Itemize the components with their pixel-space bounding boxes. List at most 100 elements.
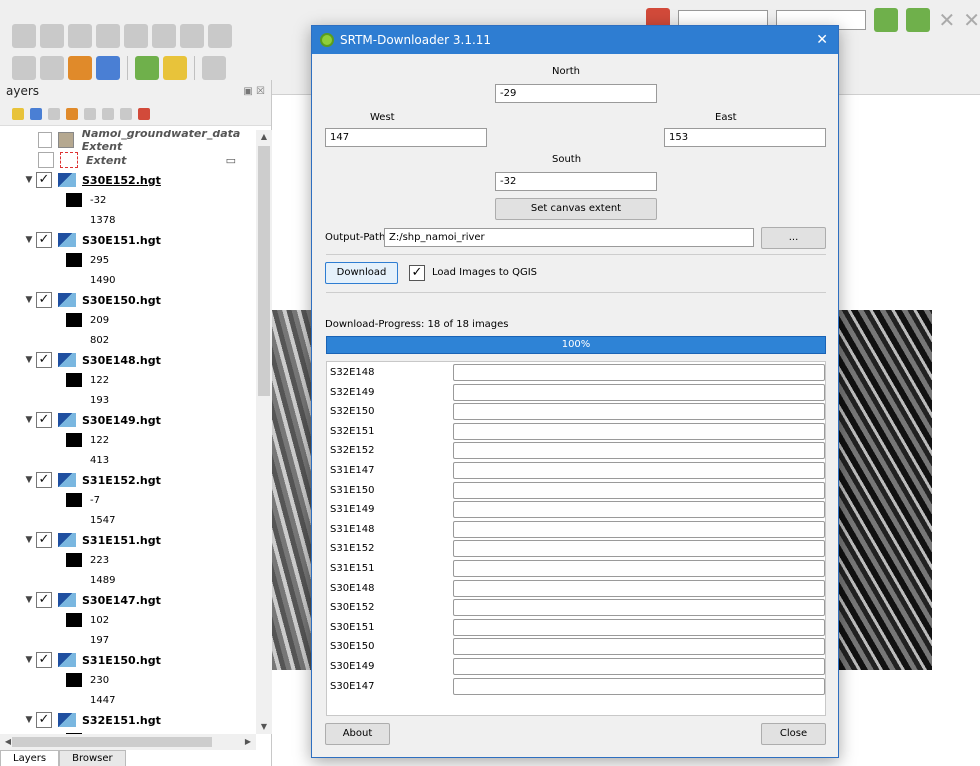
layers-horizontal-scrollbar[interactable]: ◀ ▶ — [0, 734, 256, 750]
raster-layer-icon — [58, 653, 76, 667]
vertex-tool-icon[interactable] — [874, 8, 899, 32]
tile-name: S32E150 — [330, 406, 375, 418]
expand-chevron-icon[interactable]: ▼ — [22, 655, 36, 665]
expand-chevron-icon[interactable]: ▼ — [22, 475, 36, 485]
statistics-icon[interactable] — [96, 56, 120, 80]
expand-chevron-icon[interactable]: ▼ — [22, 595, 36, 605]
expand-chevron-icon[interactable]: ▼ — [22, 175, 36, 185]
expand-all-icon[interactable] — [102, 107, 114, 120]
north-input[interactable]: -29 — [495, 84, 657, 103]
about-button[interactable]: About — [325, 723, 390, 745]
collapse-all-icon[interactable] — [120, 107, 132, 120]
layer-visibility-checkbox[interactable]: ✓ — [36, 232, 52, 248]
scroll-right-icon[interactable]: ▶ — [240, 735, 256, 749]
legend-swatch-black — [66, 313, 82, 327]
layers-vertical-scrollbar[interactable]: ▲ ▼ — [256, 130, 272, 734]
expand-chevron-icon[interactable]: ▼ — [22, 355, 36, 365]
reshape-icon[interactable] — [180, 24, 204, 48]
legend-swatch-white — [66, 453, 82, 467]
layer-item-extent-1[interactable]: Namoi_groundwater_data Extent — [0, 130, 256, 153]
layer-item-raster[interactable]: ▼ ✓ S30E150.hgt — [0, 290, 256, 310]
tile-name: S30E151 — [330, 621, 375, 633]
tile-row: S32E152 — [327, 441, 827, 460]
east-input[interactable]: 153 — [664, 128, 826, 147]
close-button[interactable]: Close — [761, 723, 826, 745]
filter-icon[interactable] — [66, 107, 78, 120]
load-images-checkbox[interactable]: ✓ — [409, 265, 425, 281]
edit-icon[interactable] — [152, 24, 176, 48]
tile-row: S30E149 — [327, 657, 827, 676]
layer-visibility-checkbox[interactable]: ✓ — [36, 592, 52, 608]
remove-layer-icon[interactable] — [138, 107, 150, 120]
legend-swatch-black — [66, 673, 82, 687]
raster-layer-icon — [58, 713, 76, 727]
tab-layers[interactable]: Layers — [0, 750, 60, 766]
layer-visibility-checkbox[interactable]: ✓ — [36, 712, 52, 728]
layer-item-raster[interactable]: ▼ ✓ S31E150.hgt — [0, 650, 256, 670]
layer-visibility-checkbox[interactable] — [38, 132, 53, 148]
layer-item-raster[interactable]: ▼ ✓ S32E151.hgt — [0, 710, 256, 730]
layer-item-raster[interactable]: ▼ ✓ S30E152.hgt — [0, 170, 256, 190]
cancel-2-icon[interactable]: ✕ — [963, 8, 980, 32]
move-feature-icon[interactable] — [124, 24, 148, 48]
visibility-icon[interactable] — [48, 107, 60, 120]
layer-visibility-checkbox[interactable]: ✓ — [36, 412, 52, 428]
digitize-icon[interactable] — [68, 24, 92, 48]
expand-chevron-icon[interactable]: ▼ — [22, 295, 36, 305]
layer-label: S32E151.hgt — [82, 713, 161, 727]
expand-chevron-icon[interactable]: ▼ — [22, 235, 36, 245]
layer-item-raster[interactable]: ▼ ✓ S31E151.hgt — [0, 530, 256, 550]
close-icon[interactable]: ✕ — [816, 32, 828, 48]
layer-visibility-checkbox[interactable]: ✓ — [36, 352, 52, 368]
south-input[interactable]: -32 — [495, 172, 657, 191]
scroll-down-icon[interactable]: ▼ — [256, 720, 272, 734]
layer-item-raster[interactable]: ▼ ✓ S31E152.hgt — [0, 470, 256, 490]
layer-item-raster[interactable]: ▼ ✓ S30E147.hgt — [0, 590, 256, 610]
layer-item-raster[interactable]: ▼ ✓ S30E151.hgt — [0, 230, 256, 250]
processing-icon[interactable] — [163, 56, 187, 80]
split-icon[interactable] — [208, 24, 232, 48]
expand-chevron-icon[interactable]: ▼ — [22, 415, 36, 425]
output-path-input[interactable]: Z:/shp_namoi_river — [384, 228, 754, 247]
add-feature-icon[interactable] — [96, 24, 120, 48]
legend-max-value: 197 — [90, 634, 110, 646]
add-group-icon[interactable] — [30, 107, 42, 120]
select-icon[interactable] — [12, 24, 36, 48]
layer-visibility-checkbox[interactable]: ✓ — [36, 472, 52, 488]
hscroll-thumb[interactable] — [12, 737, 212, 747]
layer-visibility-checkbox[interactable]: ✓ — [36, 292, 52, 308]
layer-indicator-icon[interactable]: ▭ — [226, 154, 236, 167]
browse-button[interactable]: ... — [761, 227, 826, 249]
panel-float-close-icon[interactable]: ▣ ☒ — [243, 86, 265, 97]
profile-icon[interactable] — [202, 56, 226, 80]
layer-item-raster[interactable]: ▼ ✓ S30E148.hgt — [0, 350, 256, 370]
expression-icon[interactable] — [84, 107, 96, 120]
cancel-icon[interactable]: ✕ — [938, 8, 955, 32]
layer-visibility-checkbox[interactable] — [38, 152, 54, 168]
layer-visibility-checkbox[interactable]: ✓ — [36, 652, 52, 668]
west-input[interactable]: 147 — [325, 128, 487, 147]
node-icon[interactable] — [40, 24, 64, 48]
layers-panel: ayers ▣ ☒ Namoi_groundwater_data Extent … — [0, 80, 272, 766]
layer-visibility-checkbox[interactable]: ✓ — [36, 532, 52, 548]
layer-visibility-checkbox[interactable]: ✓ — [36, 172, 52, 188]
set-canvas-extent-button[interactable]: Set canvas extent — [495, 198, 657, 220]
python-console-icon[interactable] — [135, 56, 159, 80]
expand-chevron-icon[interactable]: ▼ — [22, 715, 36, 725]
tab-browser[interactable]: Browser — [59, 750, 126, 766]
tile-progress-bar — [453, 599, 825, 617]
field-calculator-icon[interactable] — [68, 56, 92, 80]
attribute-table-icon[interactable] — [40, 56, 64, 80]
scroll-up-icon[interactable]: ▲ — [256, 130, 272, 144]
scroll-thumb[interactable] — [258, 146, 270, 396]
layer-item-extent-2[interactable]: Extent ▭ — [0, 150, 256, 170]
legend-swatch-black — [66, 613, 82, 627]
identify-icon[interactable] — [12, 56, 36, 80]
layer-item-raster[interactable]: ▼ ✓ S30E149.hgt — [0, 410, 256, 430]
download-button[interactable]: Download — [325, 262, 398, 284]
expand-chevron-icon[interactable]: ▼ — [22, 535, 36, 545]
legend-swatch-white — [66, 573, 82, 587]
style-manager-icon[interactable] — [12, 107, 24, 120]
digitize-tool-icon[interactable] — [906, 8, 931, 32]
layers-panel-title: ayers — [6, 84, 40, 98]
